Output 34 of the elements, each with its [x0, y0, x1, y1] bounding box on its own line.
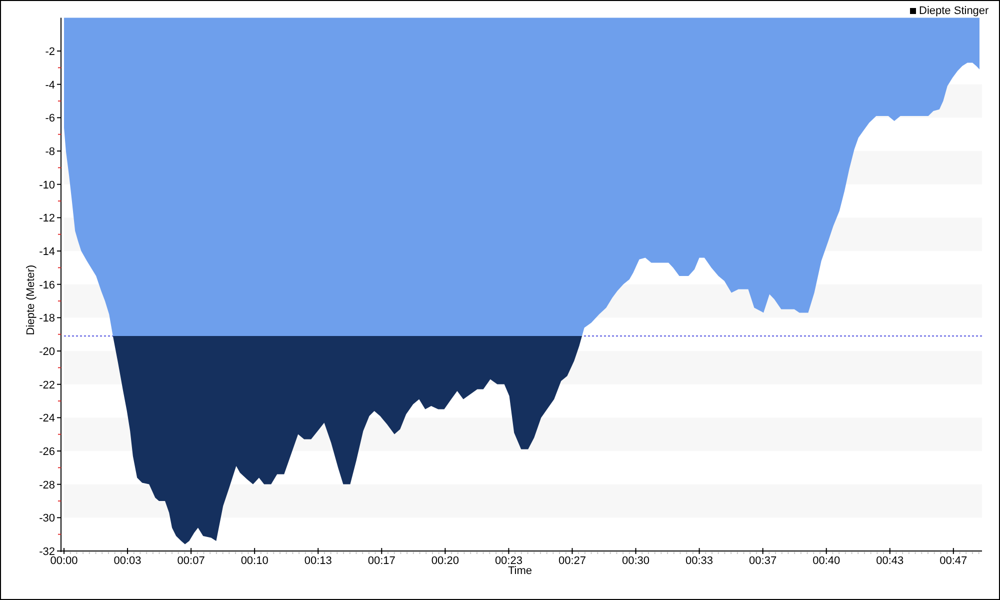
- x-tick-label: 00:37: [749, 555, 777, 567]
- y-tick-label: -26: [39, 446, 55, 458]
- x-tick-label: 00:13: [304, 555, 332, 567]
- x-tick-label: 00:27: [558, 555, 586, 567]
- x-tick-label: 00:33: [686, 555, 714, 567]
- y-axis-title: Diepte (Meter): [25, 264, 37, 336]
- y-tick-label: -18: [39, 312, 55, 325]
- y-tick-label: -12: [39, 212, 55, 225]
- legend-marker-icon: [910, 8, 916, 14]
- y-tick-label: -4: [45, 79, 55, 92]
- y-tick-label: -24: [39, 412, 55, 425]
- x-tick-label: 00:30: [622, 555, 650, 567]
- y-tick-label: -2: [45, 46, 55, 58]
- x-tick-label: 00:07: [177, 555, 205, 567]
- x-tick-label: 00:47: [940, 555, 968, 567]
- y-tick-label: -28: [39, 479, 55, 492]
- x-tick-label: 00:17: [368, 555, 396, 567]
- y-tick-label: -30: [39, 512, 55, 525]
- y-tick-label: -6: [45, 112, 55, 125]
- y-tick-label: -16: [39, 279, 55, 292]
- x-tick-label: 00:23: [494, 555, 522, 567]
- y-tick-label: -20: [39, 346, 55, 358]
- y-tick-label: -10: [39, 179, 55, 192]
- x-tick-label: 00:00: [50, 555, 78, 567]
- x-tick-label: 00:03: [114, 555, 142, 567]
- y-tick-label: -22: [39, 379, 55, 392]
- x-tick-label: 00:10: [240, 555, 268, 567]
- y-tick-label: -14: [39, 246, 55, 258]
- x-tick-label: 00:40: [812, 555, 840, 567]
- x-tick-label: 00:20: [431, 555, 459, 567]
- x-axis-title: Time: [508, 565, 532, 577]
- x-tick-label: 00:43: [876, 555, 904, 567]
- legend-label: Diepte Stinger: [919, 5, 989, 17]
- y-tick-label: -8: [45, 146, 55, 158]
